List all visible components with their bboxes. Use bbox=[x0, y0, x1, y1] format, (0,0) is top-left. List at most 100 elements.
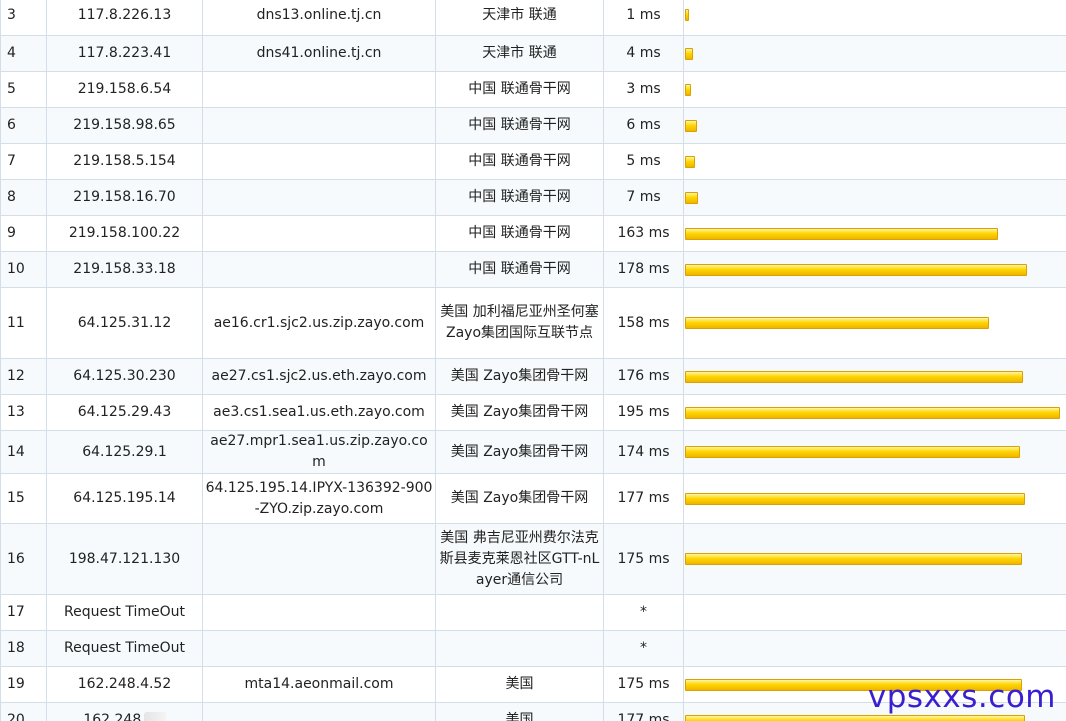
hop-latency: 7 ms bbox=[603, 179, 684, 216]
hop-row: 12 64.125.30.230 ae27.cs1.sjc2.us.eth.zayo… bbox=[0, 358, 1066, 395]
hop-number: 6 bbox=[0, 107, 47, 144]
latency-bar bbox=[685, 714, 1025, 721]
hop-ip: 219.158.16.70 bbox=[46, 179, 203, 216]
hop-ip: 162.248. bbox=[46, 702, 203, 721]
hop-hostname bbox=[202, 143, 436, 180]
hop-location: 天津市 联通 bbox=[435, 35, 604, 72]
hop-latency: * bbox=[603, 630, 684, 667]
hop-location: 美国 弗吉尼亚州费尔法克斯县麦克莱恩社区GTT-nLayer通信公司 bbox=[435, 523, 604, 595]
hop-row: 17 Request TimeOut * bbox=[0, 594, 1066, 631]
hop-latency: 177 ms bbox=[603, 473, 684, 524]
latency-bar bbox=[685, 406, 1060, 419]
hop-latency-bar-cell bbox=[683, 523, 1066, 595]
traceroute-table: 3 117.8.226.13 dns13.online.tj.cn 天津市 联通 1 m… bbox=[0, 0, 1066, 721]
hop-location: 美国 Zayo集团骨干网 bbox=[435, 430, 604, 474]
hop-latency-bar-cell bbox=[683, 179, 1066, 216]
latency-bar bbox=[685, 83, 691, 96]
hop-number: 20 bbox=[0, 702, 47, 721]
latency-bar bbox=[685, 9, 689, 21]
hop-latency: 177 ms bbox=[603, 702, 684, 721]
hop-latency: 195 ms bbox=[603, 394, 684, 431]
hop-latency-bar-cell bbox=[683, 430, 1066, 474]
hop-hostname bbox=[202, 179, 436, 216]
latency-bar bbox=[685, 553, 1022, 565]
latency-bar bbox=[685, 119, 697, 132]
hop-ip: 219.158.6.54 bbox=[46, 71, 203, 108]
hop-latency: 175 ms bbox=[603, 666, 684, 703]
hop-hostname: dns41.online.tj.cn bbox=[202, 35, 436, 72]
hop-latency: 3 ms bbox=[603, 71, 684, 108]
hop-ip: Request TimeOut bbox=[46, 630, 203, 667]
hop-latency-bar-cell bbox=[683, 394, 1066, 431]
hop-row: 4 117.8.223.41 dns41.online.tj.cn 天津市 联通 4 m… bbox=[0, 35, 1066, 72]
latency-bar bbox=[685, 47, 693, 60]
hop-latency-bar-cell bbox=[683, 0, 1066, 36]
hop-ip: 64.125.30.230 bbox=[46, 358, 203, 395]
hop-row: 10 219.158.33.18 中国 联通骨干网 178 ms bbox=[0, 251, 1066, 288]
hop-latency: 6 ms bbox=[603, 107, 684, 144]
hop-number: 4 bbox=[0, 35, 47, 72]
hop-location: 中国 联通骨干网 bbox=[435, 179, 604, 216]
hop-row: 15 64.125.195.14 64.125.195.14.IPYX-136392… bbox=[0, 473, 1066, 524]
hop-number: 9 bbox=[0, 215, 47, 252]
hop-number: 8 bbox=[0, 179, 47, 216]
hop-latency-bar-cell bbox=[683, 630, 1066, 667]
hop-location: 美国 bbox=[435, 666, 604, 703]
hop-number: 3 bbox=[0, 0, 47, 36]
hop-latency-bar-cell bbox=[683, 143, 1066, 180]
hop-row: 8 219.158.16.70 中国 联通骨干网 7 ms bbox=[0, 179, 1066, 216]
hop-ip: 198.47.121.130 bbox=[46, 523, 203, 595]
hop-location: 中国 联通骨干网 bbox=[435, 143, 604, 180]
hop-latency: 163 ms bbox=[603, 215, 684, 252]
hop-hostname bbox=[202, 594, 436, 631]
hop-latency: 1 ms bbox=[603, 0, 684, 36]
hop-latency-bar-cell bbox=[683, 35, 1066, 72]
latency-bar bbox=[685, 227, 998, 240]
hop-latency: 175 ms bbox=[603, 523, 684, 595]
hop-ip: 64.125.29.1 bbox=[46, 430, 203, 474]
hop-location: 美国 Zayo集团骨干网 bbox=[435, 394, 604, 431]
latency-bar bbox=[685, 446, 1020, 458]
hop-ip: 219.158.33.18 bbox=[46, 251, 203, 288]
hop-ip: 117.8.223.41 bbox=[46, 35, 203, 72]
hop-latency: 158 ms bbox=[603, 287, 684, 359]
hop-number: 17 bbox=[0, 594, 47, 631]
traceroute-panel: 3 117.8.226.13 dns13.online.tj.cn 天津市 联通 1 m… bbox=[0, 0, 1066, 721]
hop-hostname: ae27.mpr1.sea1.us.zip.zayo.com bbox=[202, 430, 436, 474]
hop-number: 14 bbox=[0, 430, 47, 474]
hop-row: 5 219.158.6.54 中国 联通骨干网 3 ms bbox=[0, 71, 1066, 108]
latency-bar bbox=[685, 370, 1023, 383]
hop-row: 14 64.125.29.1 ae27.mpr1.sea1.us.zip.zayo.… bbox=[0, 430, 1066, 474]
hop-hostname: mta14.aeonmail.com bbox=[202, 666, 436, 703]
hop-latency: 5 ms bbox=[603, 143, 684, 180]
hop-location: 中国 联通骨干网 bbox=[435, 107, 604, 144]
hop-latency-bar-cell bbox=[683, 107, 1066, 144]
latency-bar bbox=[685, 317, 989, 329]
hop-number: 18 bbox=[0, 630, 47, 667]
hop-row: 7 219.158.5.154 中国 联通骨干网 5 ms bbox=[0, 143, 1066, 180]
hop-hostname bbox=[202, 702, 436, 721]
hop-hostname: ae3.cs1.sea1.us.eth.zayo.com bbox=[202, 394, 436, 431]
latency-bar bbox=[685, 155, 695, 168]
hop-latency-bar-cell bbox=[683, 71, 1066, 108]
hop-hostname bbox=[202, 215, 436, 252]
hop-hostname bbox=[202, 630, 436, 667]
hop-number: 19 bbox=[0, 666, 47, 703]
hop-hostname: ae16.cr1.sjc2.us.zip.zayo.com bbox=[202, 287, 436, 359]
hop-location: 天津市 联通 bbox=[435, 0, 604, 36]
hop-number: 11 bbox=[0, 287, 47, 359]
hop-row: 3 117.8.226.13 dns13.online.tj.cn 天津市 联通 1 m… bbox=[0, 0, 1066, 36]
hop-latency-bar-cell bbox=[683, 594, 1066, 631]
hop-row: 9 219.158.100.22 中国 联通骨干网 163 ms bbox=[0, 215, 1066, 252]
hop-number: 5 bbox=[0, 71, 47, 108]
hop-ip: 117.8.226.13 bbox=[46, 0, 203, 36]
hop-hostname bbox=[202, 251, 436, 288]
hop-latency: 178 ms bbox=[603, 251, 684, 288]
hop-latency-bar-cell bbox=[683, 215, 1066, 252]
hop-latency: 4 ms bbox=[603, 35, 684, 72]
hop-hostname: dns13.online.tj.cn bbox=[202, 0, 436, 36]
hop-latency-bar-cell bbox=[683, 251, 1066, 288]
site-watermark: vpsxxs.com bbox=[867, 679, 1056, 715]
hop-location: 美国 加利福尼亚州圣何塞Zayo集团国际互联节点 bbox=[435, 287, 604, 359]
hop-location bbox=[435, 630, 604, 667]
